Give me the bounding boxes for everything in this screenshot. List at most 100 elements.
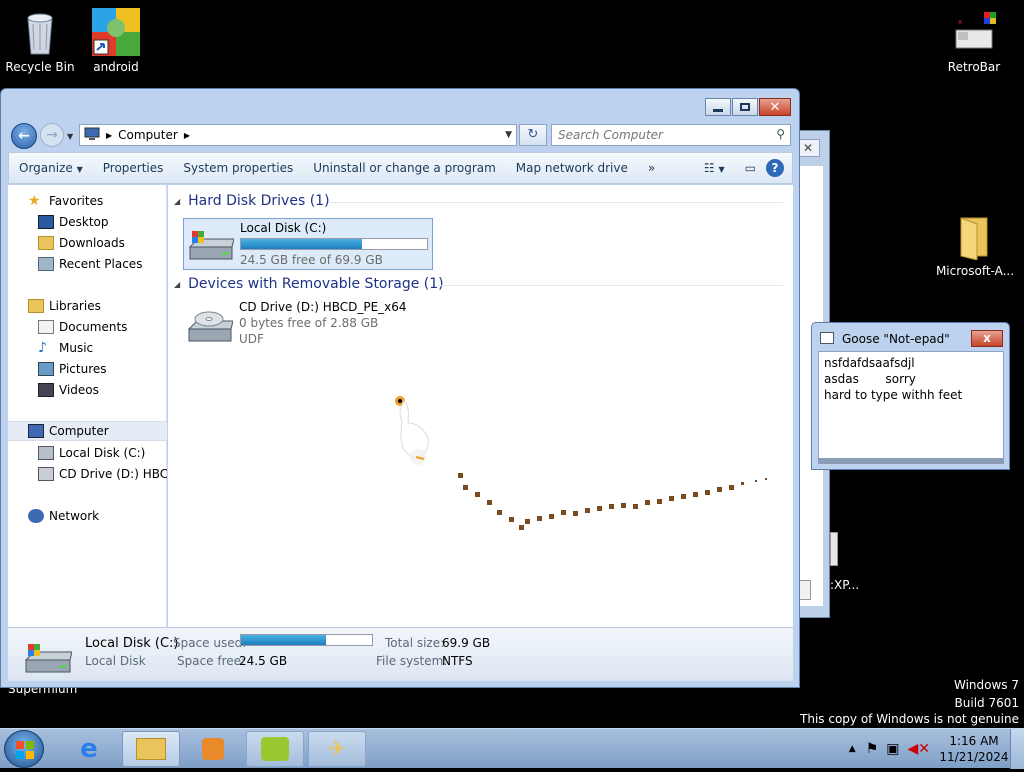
nav-favorites[interactable]: ★ Favorites <box>8 191 167 211</box>
properties-button[interactable]: Properties <box>93 161 174 175</box>
notepad-icon <box>820 332 834 344</box>
nav-downloads[interactable]: Downloads <box>8 233 167 253</box>
computer-icon <box>84 127 100 144</box>
nav-network[interactable]: Network <box>8 506 167 526</box>
details-pane: Local Disk (C:) Local Disk Space used: S… <box>8 627 793 681</box>
desktop-icon-retrobar[interactable]: x RetroBar <box>934 8 1014 74</box>
nav-libraries[interactable]: Libraries <box>8 296 167 316</box>
search-input[interactable]: Search Computer ⚲ <box>551 124 791 146</box>
system-properties-button[interactable]: System properties <box>173 161 303 175</box>
nav-label: Libraries <box>49 299 101 313</box>
details-file-system-value: NTFS <box>442 654 473 668</box>
maximize-button[interactable] <box>732 98 758 116</box>
volume-muted-icon[interactable]: ◀✕ <box>908 741 931 757</box>
drive-free-text: 24.5 GB free of 69.9 GB <box>240 253 383 267</box>
details-total-size-value: 69.9 GB <box>442 636 491 650</box>
breadcrumb-separator-icon[interactable]: ▶ <box>106 131 112 140</box>
background-window-text: :XP... <box>830 578 860 592</box>
videos-icon <box>38 383 54 397</box>
recent-pages-dropdown[interactable]: ▼ <box>67 132 73 141</box>
drive-cd[interactable]: CD Drive (D:) HBCD_PE_x64 0 bytes free o… <box>183 299 433 353</box>
desktop-icon-recycle-bin[interactable]: Recycle Bin <box>0 8 80 74</box>
map-network-drive-button[interactable]: Map network drive <box>506 161 638 175</box>
cd-drive-icon <box>187 309 234 343</box>
taskbar-media-player-button[interactable] <box>184 731 242 767</box>
drive-name: CD Drive (D:) HBCD_PE_x64 <box>239 300 407 314</box>
refresh-icon: ↻ <box>527 127 539 142</box>
notepad-close-button[interactable]: x <box>971 330 1003 347</box>
nav-documents[interactable]: Documents <box>8 317 167 337</box>
clock[interactable]: 1:16 AM 11/21/2024 <box>938 733 1010 765</box>
cd-drive-icon <box>38 467 54 481</box>
search-icon[interactable]: ⚲ <box>776 127 785 141</box>
windows-logo-icon <box>16 741 34 759</box>
nav-pictures[interactable]: Pictures <box>8 359 167 379</box>
group-header: Hard Disk Drives (1) <box>188 193 330 209</box>
action-center-flag-icon[interactable]: ⚑ <box>866 741 879 757</box>
taskbar-notepad-button[interactable] <box>246 731 304 767</box>
preview-pane-button[interactable]: ▭ <box>735 161 766 175</box>
star-icon: ★ <box>28 193 41 209</box>
organize-button[interactable]: Organize ▼ <box>9 161 93 175</box>
taskbar: e ✈ ▲ ⚑ ▣ ◀✕ 1:16 AM 11/21/2024 <box>0 728 1024 769</box>
drive-usage-fill <box>241 239 362 249</box>
network-icon <box>28 509 44 523</box>
close-button[interactable]: ✕ <box>759 98 791 116</box>
nav-label: CD Drive (D:) HBCD_ <box>59 467 167 481</box>
taskbar-goose-button[interactable]: ✈ <box>308 731 366 767</box>
desktop-icon-android[interactable]: android <box>76 8 156 74</box>
start-button[interactable] <box>4 730 44 768</box>
chevron-down-icon: ▼ <box>718 165 725 174</box>
uninstall-program-button[interactable]: Uninstall or change a program <box>303 161 506 175</box>
show-hidden-icons-icon[interactable]: ▲ <box>849 744 856 754</box>
explorer-window[interactable]: ✕ ← → ▼ ▶ Computer ▶ ▼ ↻ Search Computer… <box>0 88 800 688</box>
retrobar-icon: x <box>950 8 998 56</box>
back-button[interactable]: ← <box>11 123 37 149</box>
show-desktop-button[interactable] <box>1010 729 1024 769</box>
close-icon: ✕ <box>769 99 781 115</box>
notepad-line: asdas sorry <box>824 372 916 386</box>
goose-notepad-window[interactable]: Goose "Not-epad" x nsfdafdsaafsdjl asdas… <box>811 322 1010 470</box>
hard-drive-icon <box>188 229 235 263</box>
details-file-system-label: File system: <box>376 654 448 668</box>
nav-recent-places[interactable]: Recent Places <box>8 254 167 274</box>
view-icon: ☷ <box>703 161 715 175</box>
desktop-icon-folder[interactable]: Microsoft-A... <box>930 212 1020 278</box>
nav-desktop[interactable]: Desktop <box>8 212 167 232</box>
collapse-triangle-icon: ◢ <box>174 196 181 206</box>
nav-local-disk[interactable]: Local Disk (C:) <box>8 443 167 463</box>
refresh-button[interactable]: ↻ <box>519 124 547 146</box>
drive-local-disk[interactable]: Local Disk (C:) 24.5 GB free of 69.9 GB <box>183 218 433 270</box>
group-removable-storage[interactable]: ◢ Devices with Removable Storage (1) <box>174 276 444 292</box>
nav-cd-drive[interactable]: CD Drive (D:) HBCD_ <box>8 464 167 484</box>
pictures-icon <box>38 362 54 376</box>
hard-drive-icon <box>38 446 54 460</box>
nav-label: Computer <box>49 424 109 438</box>
organize-label: Organize <box>19 161 73 175</box>
taskbar-explorer-button[interactable] <box>122 731 180 767</box>
nav-computer[interactable]: Computer <box>8 421 167 441</box>
background-slider-thumb[interactable] <box>830 532 838 566</box>
help-icon[interactable]: ? <box>766 159 784 177</box>
nav-music[interactable]: ♪ Music <box>8 338 167 358</box>
network-tray-icon[interactable]: ▣ <box>886 741 899 757</box>
notepad-text-area[interactable]: nsfdafdsaafsdjl asdas sorry hard to type… <box>818 351 1004 459</box>
address-dropdown-icon[interactable]: ▼ <box>505 130 512 140</box>
minimize-icon <box>713 108 723 112</box>
goose-notepad-icon <box>261 737 289 761</box>
address-bar[interactable]: ▶ Computer ▶ ▼ <box>79 124 517 146</box>
details-drive-name: Local Disk (C:) <box>85 636 179 651</box>
minimize-button[interactable] <box>705 98 731 116</box>
group-hard-disk-drives[interactable]: ◢ Hard Disk Drives (1) <box>174 193 330 209</box>
forward-button[interactable]: → <box>40 123 64 147</box>
view-options-button[interactable]: ☷ ▼ <box>694 161 735 175</box>
breadcrumb-computer[interactable]: Computer <box>118 128 178 142</box>
breadcrumb-separator-icon[interactable]: ▶ <box>184 131 190 140</box>
overflow-button[interactable]: » <box>638 161 665 175</box>
nav-label: Recent Places <box>59 257 143 271</box>
nav-videos[interactable]: Videos <box>8 380 167 400</box>
drive-free-text: 0 bytes free of 2.88 GB <box>239 316 379 330</box>
svg-text:x: x <box>958 18 962 26</box>
desktop-icon-label: Microsoft-A... <box>935 264 1015 278</box>
taskbar-ie-button[interactable]: e <box>60 731 118 767</box>
